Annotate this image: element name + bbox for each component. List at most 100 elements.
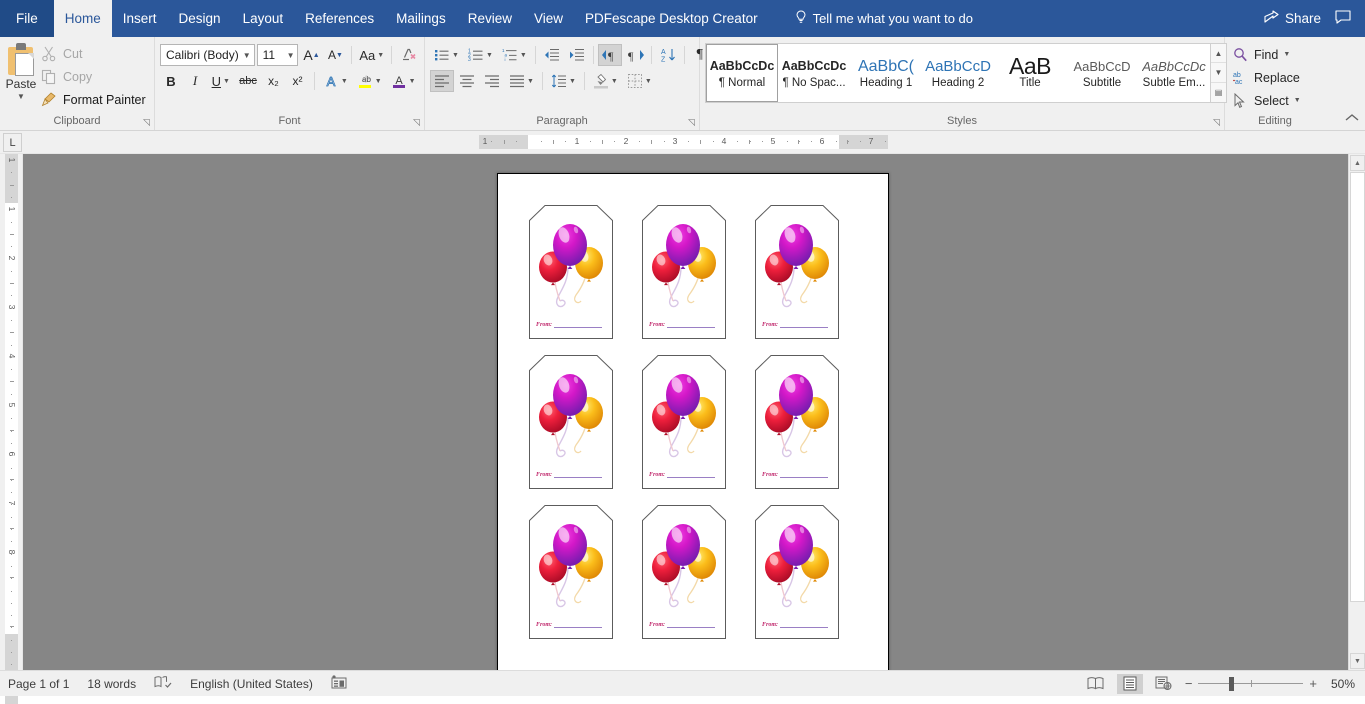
zoom-out-button[interactable]: − (1185, 676, 1193, 691)
gift-tag[interactable]: From: (642, 355, 726, 489)
gift-tag[interactable]: From: (529, 505, 613, 639)
document-canvas[interactable]: From: (23, 154, 1348, 670)
ribbon-tab-pdfescape[interactable]: PDFescape Desktop Creator (574, 0, 769, 37)
print-layout-button[interactable] (1117, 674, 1143, 694)
collapse-ribbon-button[interactable] (1345, 113, 1359, 126)
tag-from-field[interactable]: From: (762, 472, 828, 479)
align-right-button[interactable] (480, 70, 504, 92)
font-size-combo[interactable]: 11 ▼ (257, 44, 299, 66)
zoom-in-button[interactable]: + (1309, 676, 1317, 691)
tag-from-field[interactable]: From: (536, 472, 602, 479)
paragraph-dialog-launcher[interactable]: ◹ (686, 117, 697, 128)
proofing-errors-icon[interactable] (154, 675, 172, 692)
tag-from-field[interactable]: From: (762, 322, 828, 329)
font-color-button[interactable]: A ▼ (387, 70, 419, 92)
tag-from-field[interactable]: From: (649, 622, 715, 629)
copy-button[interactable]: Copy (37, 67, 150, 87)
align-center-button[interactable] (455, 70, 479, 92)
scroll-up-button[interactable]: ▲ (1350, 155, 1365, 171)
style-item-normal[interactable]: AaBbCcDc ¶ Normal (706, 44, 778, 102)
ribbon-tab-references[interactable]: References (294, 0, 385, 37)
superscript-button[interactable]: x² (287, 70, 309, 92)
gift-tag[interactable]: From: (642, 205, 726, 339)
chevron-down-icon[interactable]: ▼ (1294, 97, 1301, 104)
tag-from-field[interactable]: From: (649, 472, 715, 479)
share-button[interactable]: Share (1264, 10, 1321, 27)
strikethrough-button[interactable]: abc (236, 70, 261, 92)
style-item-heading-1[interactable]: AaBbC( Heading 1 (850, 44, 922, 102)
line-spacing-button[interactable]: ▼ (547, 70, 580, 92)
increase-indent-button[interactable] (565, 44, 589, 66)
word-count[interactable]: 18 words (87, 677, 136, 691)
justify-button[interactable]: ▼ (505, 70, 538, 92)
italic-button[interactable]: I (184, 70, 206, 92)
document-page[interactable]: From: (497, 173, 889, 670)
tab-stop-selector[interactable]: L (3, 133, 22, 152)
shrink-font-button[interactable]: A▼ (324, 44, 346, 66)
replace-button[interactable]: abac Replace (1230, 67, 1304, 88)
web-layout-button[interactable] (1151, 674, 1177, 694)
gift-tag[interactable]: From: (529, 205, 613, 339)
zoom-level-label[interactable]: 50% (1325, 677, 1355, 691)
tag-from-field[interactable]: From: (536, 622, 602, 629)
tag-from-field[interactable]: From: (649, 322, 715, 329)
styles-gallery-scrollbar[interactable]: ▲ ▼ ▤ (1210, 44, 1226, 102)
subscript-button[interactable]: x₂ (263, 70, 285, 92)
language-indicator[interactable]: English (United States) (190, 677, 313, 691)
ribbon-tab-insert[interactable]: Insert (112, 0, 168, 37)
tag-from-field[interactable]: From: (536, 322, 602, 329)
macro-recording-icon[interactable] (331, 675, 347, 692)
styles-scroll-down-button[interactable]: ▼ (1211, 63, 1226, 82)
styles-more-button[interactable]: ▤ (1211, 83, 1226, 102)
select-button[interactable]: Select ▼ (1230, 90, 1304, 111)
text-effects-button[interactable]: A ▼ (319, 70, 351, 92)
horizontal-ruler[interactable]: L 11234567 (0, 131, 1365, 154)
clear-formatting-button[interactable] (397, 44, 419, 66)
tag-from-field[interactable]: From: (762, 622, 828, 629)
format-painter-button[interactable]: Format Painter (37, 90, 150, 110)
read-mode-button[interactable] (1083, 674, 1109, 694)
ribbon-tab-design[interactable]: Design (168, 0, 232, 37)
gift-tag[interactable]: From: (642, 505, 726, 639)
text-highlight-button[interactable]: ab ▼ (353, 70, 385, 92)
ribbon-tab-file[interactable]: File (0, 0, 54, 37)
multilevel-list-button[interactable]: 1ai ▼ (498, 44, 531, 66)
font-dialog-launcher[interactable]: ◹ (411, 117, 422, 128)
ribbon-tab-mailings[interactable]: Mailings (385, 0, 457, 37)
zoom-slider[interactable]: − + (1185, 676, 1317, 691)
font-name-combo[interactable]: Calibri (Body) ▼ (160, 44, 255, 66)
left-to-right-button[interactable]: ¶ (598, 44, 622, 66)
style-item-subtle-emphasis[interactable]: AaBbCcDc Subtle Em... (1138, 44, 1210, 102)
page-indicator[interactable]: Page 1 of 1 (8, 677, 69, 691)
ribbon-tab-layout[interactable]: Layout (232, 0, 295, 37)
paste-dropdown-caret-icon[interactable]: ▼ (17, 92, 25, 101)
scrollbar-thumb[interactable] (1350, 172, 1365, 602)
paste-button[interactable]: Paste ▼ (5, 40, 37, 101)
chevron-down-icon[interactable]: ▼ (1283, 51, 1290, 58)
gift-tag[interactable]: From: (755, 205, 839, 339)
styles-scroll-up-button[interactable]: ▲ (1211, 44, 1226, 63)
vertical-scrollbar[interactable]: ▲ ▼ (1348, 154, 1365, 670)
styles-dialog-launcher[interactable]: ◹ (1211, 117, 1222, 128)
style-item-title[interactable]: AaB Title (994, 44, 1066, 102)
find-button[interactable]: Find ▼ (1230, 44, 1304, 65)
underline-button[interactable]: U▼ (208, 70, 234, 92)
gift-tag[interactable]: From: (529, 355, 613, 489)
zoom-track[interactable] (1198, 677, 1303, 691)
comments-icon[interactable] (1335, 10, 1351, 27)
decrease-indent-button[interactable] (540, 44, 564, 66)
vertical-ruler-strip[interactable]: 112345678 (5, 154, 18, 670)
tell-me-box[interactable]: Tell me what you want to do (783, 0, 985, 37)
ribbon-tab-home[interactable]: Home (54, 0, 112, 37)
horizontal-ruler-strip[interactable]: 11234567 (479, 135, 888, 149)
borders-button[interactable]: ▼ (623, 70, 656, 92)
gift-tag[interactable]: From: (755, 355, 839, 489)
bullets-button[interactable]: ▼ (430, 44, 463, 66)
cut-button[interactable]: Cut (37, 44, 150, 64)
vertical-ruler[interactable]: 112345678 (0, 154, 23, 670)
ribbon-tab-view[interactable]: View (523, 0, 574, 37)
align-left-button[interactable] (430, 70, 454, 92)
numbering-button[interactable]: 123 ▼ (464, 44, 497, 66)
bold-button[interactable]: B (160, 70, 182, 92)
grow-font-button[interactable]: A▲ (300, 44, 322, 66)
